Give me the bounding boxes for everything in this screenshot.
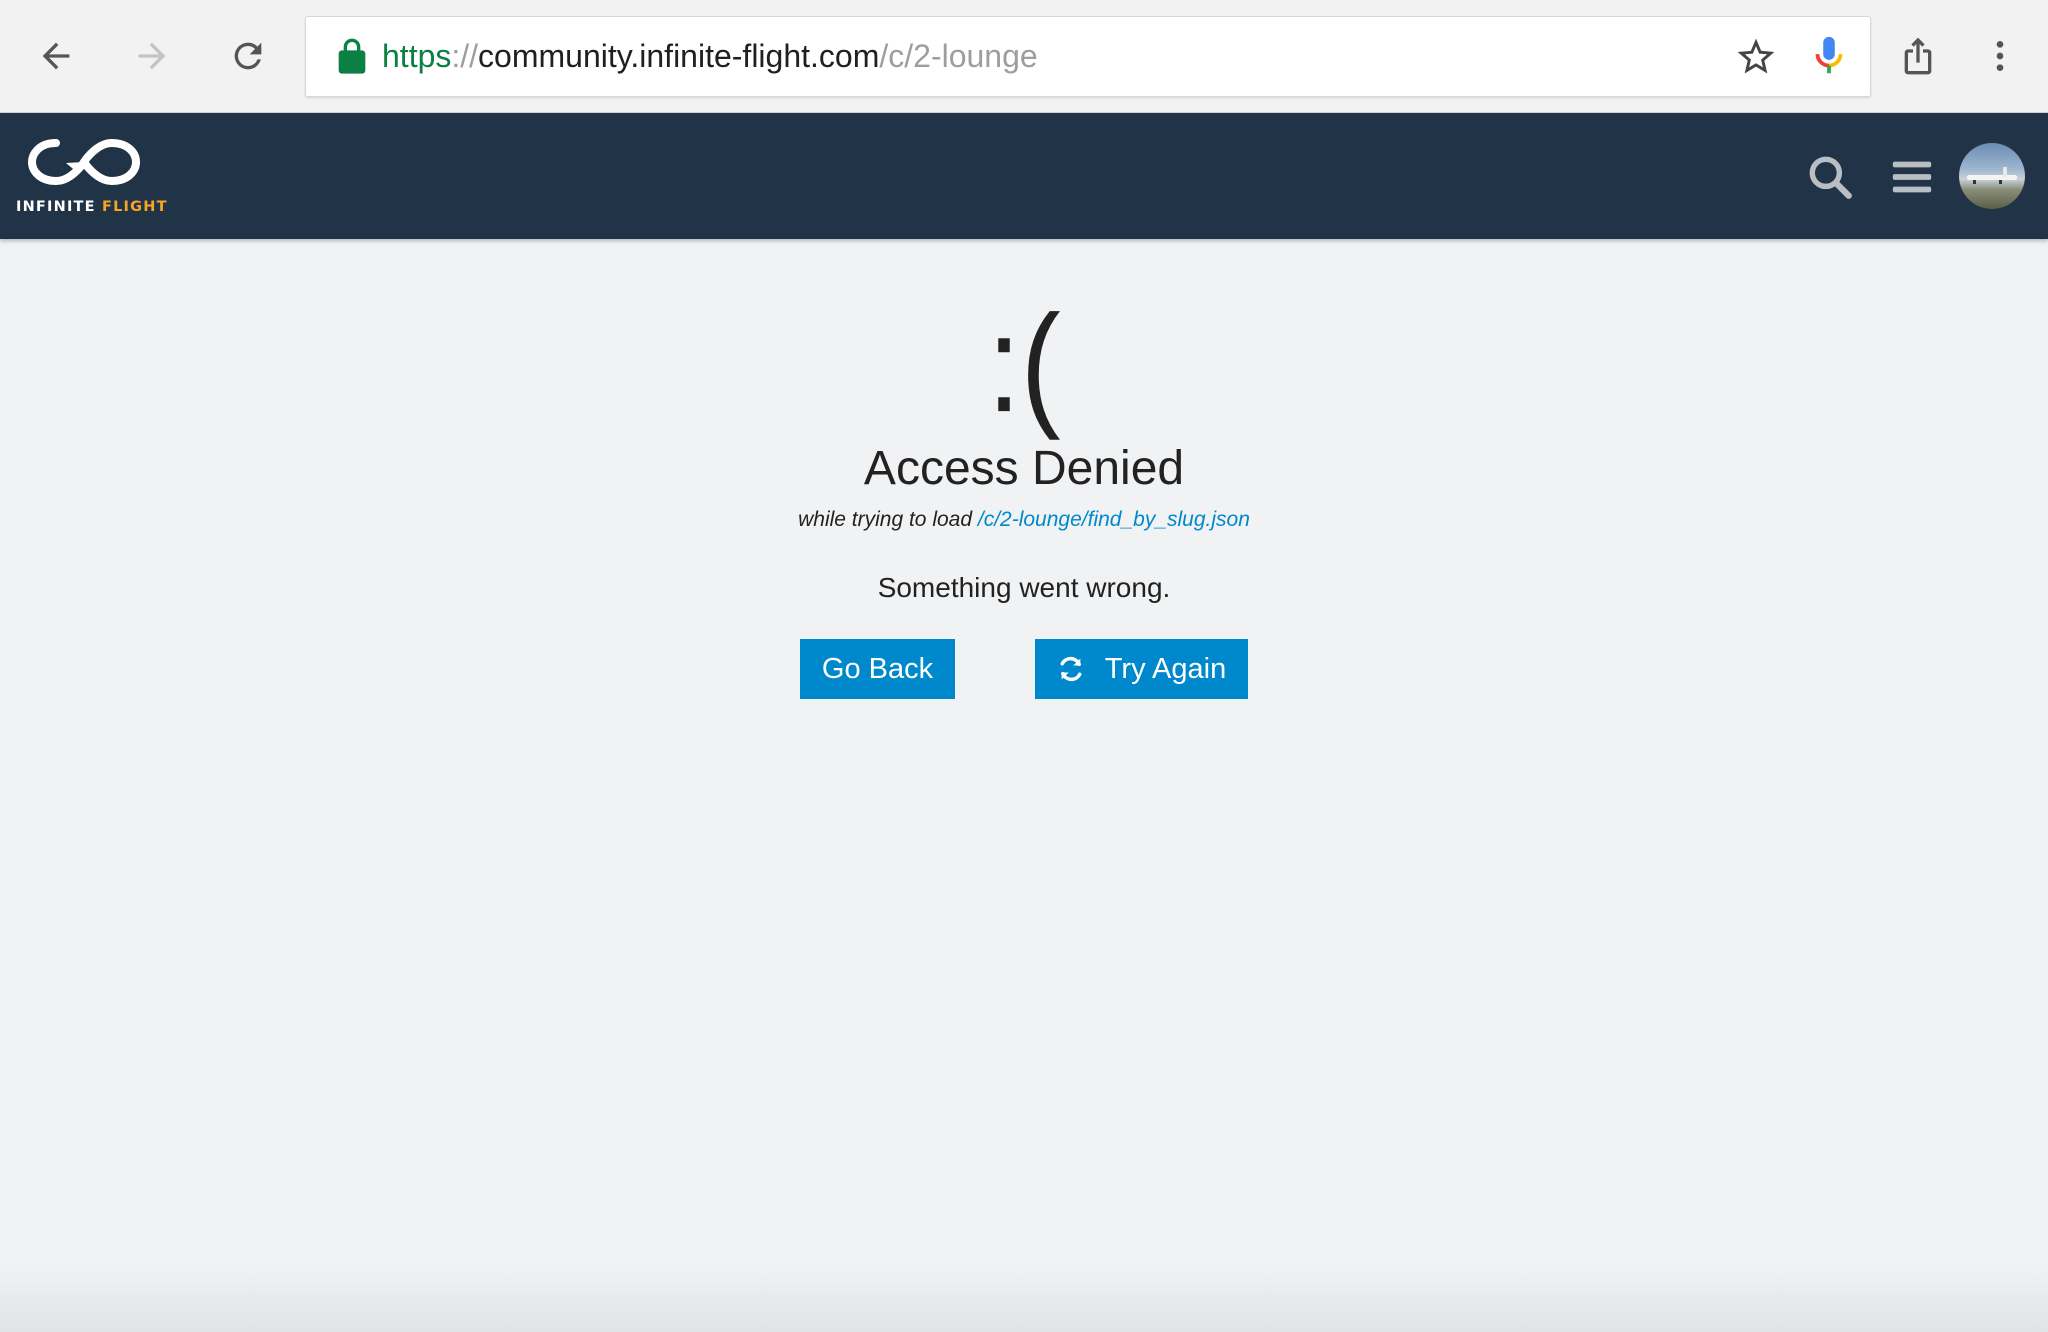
header-menu-button[interactable] [1886,151,1938,203]
logo-wordmark: INFINITE FLIGHT [16,199,168,215]
star-icon[interactable] [1734,35,1778,79]
error-description: Something went wrong. [877,572,1171,603]
search-icon [1809,156,1852,199]
address-bar[interactable]: https://community.infinite-flight.com/c/… [305,16,1871,97]
refresh-icon [1060,656,1082,682]
bottom-shadow [0,1260,2048,1332]
error-subtitle: while trying to load /c/2-lounge/find_by… [0,507,2048,533]
url-path: /c/2-lounge [879,38,1038,74]
arrow-right-icon [138,42,166,70]
url-separator: :// [451,38,479,74]
back-button[interactable] [28,28,84,84]
more-vert-icon [1996,41,2004,71]
reload-button[interactable] [220,28,276,84]
hamburger-icon [1892,161,1932,193]
airplane-photo [1967,167,2017,184]
lock-icon [338,38,366,74]
url-host: community.infinite-flight.com [478,38,880,74]
infinity-logo-icon [27,138,141,186]
microphone-icon[interactable] [1806,33,1852,79]
browser-toolbar: https://community.infinite-flight.com/c/… [0,0,2048,113]
error-subtitle-prefix: while trying to load [798,508,973,531]
site-logo[interactable]: INFINITE FLIGHT [14,133,166,223]
logo-word-flight: FLIGHT [102,199,168,215]
logo-word-infinite: INFINITE [16,199,96,215]
share-icon [1904,37,1932,75]
try-again-button[interactable]: Try Again [1035,639,1248,699]
error-title: Access Denied [863,442,1185,495]
site-header: INFINITE FLIGHT [0,113,2048,239]
arrow-left-icon [42,42,70,70]
try-again-label: Try Again [1104,653,1227,685]
more-menu-button[interactable] [1978,30,2022,82]
reload-icon [234,42,262,70]
go-back-button[interactable]: Go Back [800,639,955,699]
sad-face: :( [987,286,1061,442]
user-avatar[interactable] [1959,143,2025,209]
url-scheme: https [382,38,452,74]
go-back-label: Go Back [821,653,934,685]
header-search-button[interactable] [1804,151,1856,203]
error-path-link[interactable]: /c/2-lounge/find_by_slug.json [978,508,1250,531]
url-text[interactable]: https://community.infinite-flight.com/c/… [382,17,1038,96]
forward-button[interactable] [124,28,180,84]
share-button[interactable] [1892,30,1944,82]
